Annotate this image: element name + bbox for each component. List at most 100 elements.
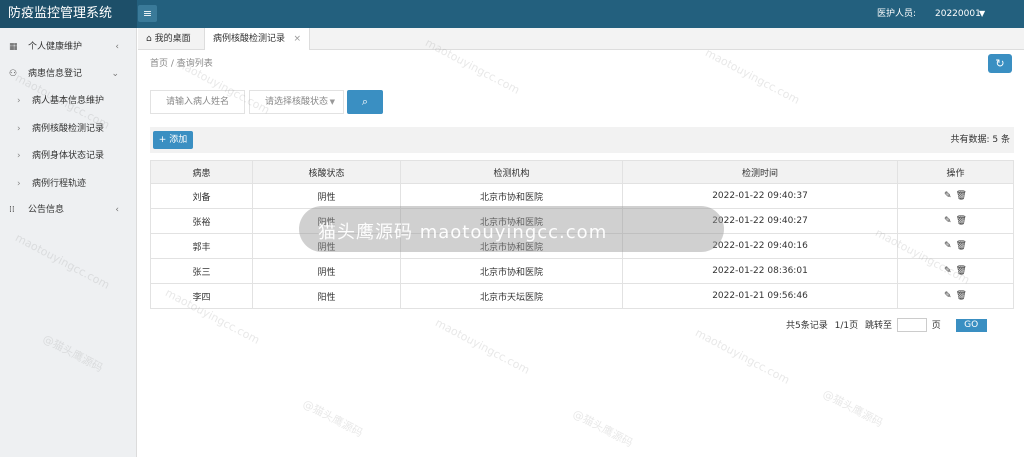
table-row: 李四 阳性 北京市天坛医院 2022-01-21 09:56:46 ✎ 🗑 (150, 283, 1014, 309)
edit-icon[interactable]: ✎ (944, 191, 952, 201)
chevron-right-icon: › (17, 151, 21, 161)
calendar-icon: ▦ (9, 42, 18, 52)
hamburger-icon[interactable]: ≡ (138, 5, 157, 22)
watermark-text: maotouyingcc.com (433, 316, 532, 377)
pager-unit: 页 (931, 320, 941, 331)
person-icon: ⚇ (9, 69, 18, 79)
user-id[interactable]: 20220001 (935, 0, 981, 28)
go-button[interactable]: GO (955, 318, 987, 332)
cell-org: 北京市天坛医院 (400, 283, 623, 309)
sidebar-item-trajectory[interactable]: › 病例行程轨迹 (0, 170, 137, 198)
cell-patient: 张裕 (150, 208, 253, 234)
sidebar-item-personal-health[interactable]: ▦ 个人健康维护 ‹ (0, 33, 137, 61)
dropdown-arrow-icon: ▼ (329, 98, 335, 106)
sidebar-item-patient-register[interactable]: ⚇ 病患信息登记 ⌄ (0, 60, 137, 88)
page-jump-input[interactable] (896, 318, 927, 332)
cell-patient: 郭丰 (150, 233, 253, 259)
breadcrumb: 首页 / 查询列表 (150, 59, 213, 69)
cell-patient: 刘备 (150, 183, 253, 209)
total-count: 共有数据: 5 条 (950, 135, 1010, 145)
app-title: 防疫监控管理系统 (0, 0, 137, 28)
sidebar: ▦ 个人健康维护 ‹ ⚇ 病患信息登记 ⌄ › 病人基本信息维护 › 病例核酸检… (0, 28, 137, 457)
plus-icon: + (158, 135, 167, 145)
edit-icon[interactable]: ✎ (944, 266, 952, 276)
pager-total: 共5条记录 (786, 320, 828, 331)
cell-time: 2022-01-22 09:40:37 (622, 183, 898, 209)
tab-nucleic-record[interactable]: 病例核酸检测记录 × (204, 28, 310, 50)
tab-label: 我的桌面 (154, 34, 191, 44)
chevron-left-icon: ‹ (115, 42, 119, 52)
search-icon: ⌕ (361, 95, 369, 108)
sidebar-item-patient-basic[interactable]: › 病人基本信息维护 (0, 87, 137, 115)
tab-my-desktop[interactable]: ⌂ 我的桌面 (138, 28, 204, 50)
table-row: 张三 阴性 北京市协和医院 2022-01-22 08:36:01 ✎ 🗑 (150, 258, 1014, 284)
table-row: 刘备 阴性 北京市协和医院 2022-01-22 09:40:37 ✎ 🗑 (150, 183, 1014, 209)
pager-pages: 1/1页 (834, 320, 859, 331)
sidebar-item-body-status[interactable]: › 病例身体状态记录 (0, 142, 137, 170)
sidebar-item-label: 公告信息 (28, 205, 65, 215)
watermark-text: maotouyingcc.com (703, 46, 802, 107)
trash-icon[interactable]: 🗑 (956, 216, 967, 226)
edit-icon[interactable]: ✎ (944, 216, 952, 226)
cell-actions: ✎ 🗑 (897, 258, 1014, 284)
cell-status: 阳性 (252, 283, 401, 309)
nucleic-status-select[interactable]: 请选择核酸状态 ▼ (249, 90, 344, 114)
cell-status: 阴性 (252, 183, 401, 209)
home-icon: ⌂ (146, 34, 152, 44)
tab-bar: ⌂ 我的桌面 病例核酸检测记录 × (138, 28, 1024, 50)
column-header: 核酸状态 (252, 160, 401, 184)
cell-org: 北京市协和医院 (400, 183, 623, 209)
add-button-label: 添加 (169, 135, 188, 145)
top-header: 防疫监控管理系统 ≡ 医护人员: 20220001 ▼ (0, 0, 1024, 28)
sidebar-item-label: 病患信息登记 (28, 69, 83, 79)
chevron-right-icon: › (17, 179, 21, 189)
cell-time: 2022-01-22 08:36:01 (622, 258, 898, 284)
edit-icon[interactable]: ✎ (944, 291, 952, 301)
sidebar-item-label: 病例身体状态记录 (32, 151, 105, 161)
search-button[interactable]: ⌕ (347, 90, 383, 114)
watermark-brand: @猫头鹰源码 (820, 387, 885, 430)
cell-patient: 张三 (150, 258, 253, 284)
trash-icon[interactable]: 🗑 (956, 241, 967, 251)
cell-actions: ✎ 🗑 (897, 283, 1014, 309)
column-header: 检测时间 (622, 160, 898, 184)
cell-actions: ✎ 🗑 (897, 183, 1014, 209)
add-button[interactable]: + 添加 (153, 131, 193, 149)
chevron-left-icon: ‹ (115, 205, 119, 215)
chevron-right-icon: › (17, 124, 21, 134)
table-header-row: 病患 核酸状态 检测机构 检测时间 操作 (150, 160, 1014, 184)
column-header: 操作 (897, 160, 1014, 184)
cell-actions: ✎ 🗑 (897, 208, 1014, 234)
column-header: 检测机构 (400, 160, 623, 184)
refresh-button[interactable]: ↻ (988, 54, 1012, 73)
pager-jump-label: 跳转至 (864, 320, 892, 331)
user-role-label: 医护人员: (877, 9, 917, 19)
trash-icon[interactable]: 🗑 (956, 266, 967, 276)
edit-icon[interactable]: ✎ (944, 241, 952, 251)
grid-icon: ⁞⁞ (9, 205, 15, 215)
caret-down-icon[interactable]: ▼ (979, 0, 985, 28)
trash-icon[interactable]: 🗑 (956, 291, 967, 301)
sidebar-item-announcements[interactable]: ⁞⁞ 公告信息 ‹ (0, 196, 137, 224)
tab-label: 病例核酸检测记录 (213, 34, 286, 44)
refresh-icon: ↻ (995, 57, 1005, 70)
chevron-right-icon: › (17, 96, 21, 106)
cell-org: 北京市协和医院 (400, 258, 623, 284)
watermark-text: maotouyingcc.com (693, 326, 792, 387)
watermark-pill-text: 猫头鹰源码 maotouyingcc.com (318, 222, 608, 243)
watermark-brand: @猫头鹰源码 (570, 407, 635, 450)
cell-status: 阴性 (252, 258, 401, 284)
close-icon[interactable]: × (293, 28, 301, 50)
select-placeholder: 请选择核酸状态 (265, 97, 329, 107)
sidebar-item-label: 个人健康维护 (28, 42, 83, 52)
cell-patient: 李四 (150, 283, 253, 309)
cell-actions: ✎ 🗑 (897, 233, 1014, 259)
patient-name-input[interactable]: 请输入病人姓名 (150, 90, 245, 114)
sidebar-item-label: 病人基本信息维护 (32, 96, 105, 106)
chevron-down-icon: ⌄ (111, 69, 119, 79)
trash-icon[interactable]: 🗑 (956, 191, 967, 201)
watermark-brand: @猫头鹰源码 (300, 397, 365, 440)
sidebar-item-label: 病例核酸检测记录 (32, 124, 105, 134)
table-toolbar: + 添加 共有数据: 5 条 (150, 127, 1014, 153)
sidebar-item-nucleic-record[interactable]: › 病例核酸检测记录 (0, 115, 137, 143)
